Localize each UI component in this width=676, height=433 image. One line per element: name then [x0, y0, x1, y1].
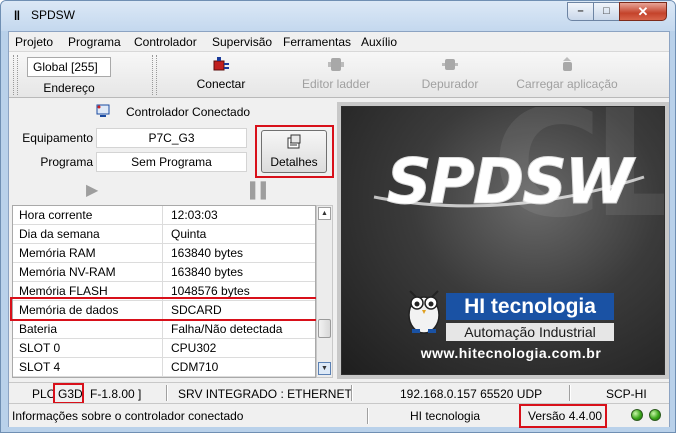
toolbar: Global [255] Endereço Conectar Editor la… [9, 52, 669, 98]
client-area: Projeto Programa Controlador Supervisão … [8, 31, 670, 428]
ladder-editor-button[interactable]: Editor ladder [281, 56, 391, 96]
pause-button[interactable]: ▌▌ [250, 182, 272, 200]
app-icon: ‖ [13, 8, 21, 23]
toolbar-separator [152, 55, 157, 95]
spdsw-banner: CLP SPDSW HI tecnologia Auto [341, 106, 665, 375]
table-row[interactable]: Memória RAM 163840 bytes [13, 244, 315, 263]
row-value: 163840 bytes [171, 246, 244, 260]
status-led-icon [649, 409, 661, 421]
menu-projeto[interactable]: Projeto [15, 35, 53, 49]
window-title: SPDSW [31, 8, 76, 22]
status-separator [367, 408, 369, 424]
details-button[interactable]: Detalhes [261, 130, 327, 173]
row-value: 12:03:03 [171, 208, 218, 222]
table-row[interactable]: Bateria Falha/Não detectada [13, 320, 315, 339]
company-url: www.hitecnologia.com.br [420, 345, 602, 361]
row-value: CPU302 [171, 341, 217, 355]
ladder-editor-label: Editor ladder [301, 77, 371, 91]
company-name: HI tecnologia [410, 409, 481, 423]
spdsw-logo-text: SPDSW [387, 147, 636, 217]
load-application-button[interactable]: Carregar aplicação [502, 56, 632, 96]
scroll-up-icon[interactable]: ▲ [318, 207, 331, 220]
connect-label: Conectar [196, 77, 246, 91]
equipment-label: Equipamento [22, 131, 93, 145]
menu-programa[interactable]: Programa [68, 35, 121, 49]
status-bar-main: Informações sobre o controlador conectad… [9, 403, 669, 428]
row-value: Falha/Não detectada [171, 322, 283, 336]
title-bar[interactable]: ‖ SPDSW – □ ✕ [1, 1, 675, 31]
details-label: Detalhes [270, 155, 318, 169]
toolbar-grip[interactable] [13, 55, 18, 95]
company-tagline: Automação Industrial [446, 323, 614, 341]
table-scrollbar[interactable]: ▲ ▼ [316, 205, 333, 378]
plc-prefix: PLC [32, 387, 56, 401]
load-application-label: Carregar aplicação [516, 77, 618, 91]
debugger-button[interactable]: Depurador [395, 56, 505, 96]
row-key: Memória NV-RAM [13, 263, 163, 282]
row-key: Dia da semana [13, 225, 163, 244]
equipment-value: P7C_G3 [96, 128, 247, 148]
address-label: Endereço [43, 81, 95, 95]
status-separator [351, 385, 353, 401]
spdsw-logo: SPDSW [373, 147, 645, 217]
row-value: CDM710 [171, 360, 219, 374]
table-row[interactable]: SLOT 0 CPU302 [13, 339, 315, 358]
owl-mascot-icon [408, 290, 440, 334]
row-key: Bateria [13, 320, 163, 339]
debugger-icon [440, 56, 460, 74]
row-value: 163840 bytes [171, 265, 244, 279]
table-row[interactable]: SLOT 4 CDM710 [13, 358, 315, 377]
run-button[interactable]: ▶ [86, 182, 104, 200]
row-key: Hora corrente [13, 206, 163, 225]
network-address: 192.168.0.157 65520 UDP [400, 387, 543, 401]
close-button[interactable]: ✕ [619, 2, 667, 21]
scroll-thumb[interactable] [318, 319, 331, 338]
program-value: Sem Programa [96, 152, 247, 172]
row-value: Quinta [171, 227, 207, 241]
data-memory-highlight [10, 297, 319, 321]
scroll-down-icon[interactable]: ▼ [318, 362, 331, 375]
menu-controlador[interactable]: Controlador [134, 35, 197, 49]
minimize-button[interactable]: – [567, 2, 594, 21]
maximize-button[interactable]: □ [593, 2, 620, 21]
controller-info-table: Hora corrente 12:03:03 Dia da semana Qui… [12, 205, 316, 378]
controller-panel: Controlador Conectado Equipamento P7C_G3… [10, 102, 334, 379]
ladder-icon [326, 56, 346, 74]
server-info: SRV INTEGRADO : ETHERNET [178, 387, 352, 401]
table-row[interactable]: Hora corrente 12:03:03 [13, 206, 315, 225]
row-key: SLOT 4 [13, 358, 163, 377]
menu-supervisao[interactable]: Supervisão [212, 35, 272, 49]
menu-ferramentas[interactable]: Ferramentas [283, 35, 351, 49]
details-icon [262, 134, 326, 153]
app-version: Versão 4.4.00 [528, 409, 603, 423]
app-window: ‖ SPDSW – □ ✕ Projeto Programa Controlad… [0, 0, 676, 433]
logo-panel: CLP SPDSW HI tecnologia Auto [337, 102, 669, 379]
debugger-label: Depurador [421, 77, 479, 91]
plug-icon [211, 56, 231, 74]
status-separator [166, 385, 168, 401]
status-separator [569, 385, 571, 401]
company-banner: HI tecnologia [446, 293, 614, 320]
status-led-icon [631, 409, 643, 421]
menu-bar: Projeto Programa Controlador Supervisão … [9, 32, 669, 52]
table-row[interactable]: Dia da semana Quinta [13, 225, 315, 244]
status-hint: Informações sobre o controlador conectad… [12, 409, 244, 423]
connection-status: Controlador Conectado [10, 102, 333, 122]
row-key: Memória RAM [13, 244, 163, 263]
status-bar-connection: PLC G3D F-1.8.00 ] SRV INTEGRADO : ETHER… [9, 382, 669, 404]
address-field[interactable]: Global [255] [27, 57, 111, 77]
row-key: SLOT 0 [13, 339, 163, 358]
upload-icon [557, 56, 577, 74]
menu-auxilio[interactable]: Auxílio [361, 35, 397, 49]
program-label: Programa [40, 155, 93, 169]
table-row[interactable]: Memória NV-RAM 163840 bytes [13, 263, 315, 282]
connect-button[interactable]: Conectar [166, 56, 276, 96]
computer-icon [95, 104, 111, 119]
connection-status-text: Controlador Conectado [126, 105, 251, 119]
protocol: SCP-HI [606, 387, 647, 401]
plc-model-highlight [53, 383, 84, 404]
firmware-version: F-1.8.00 ] [90, 387, 142, 401]
